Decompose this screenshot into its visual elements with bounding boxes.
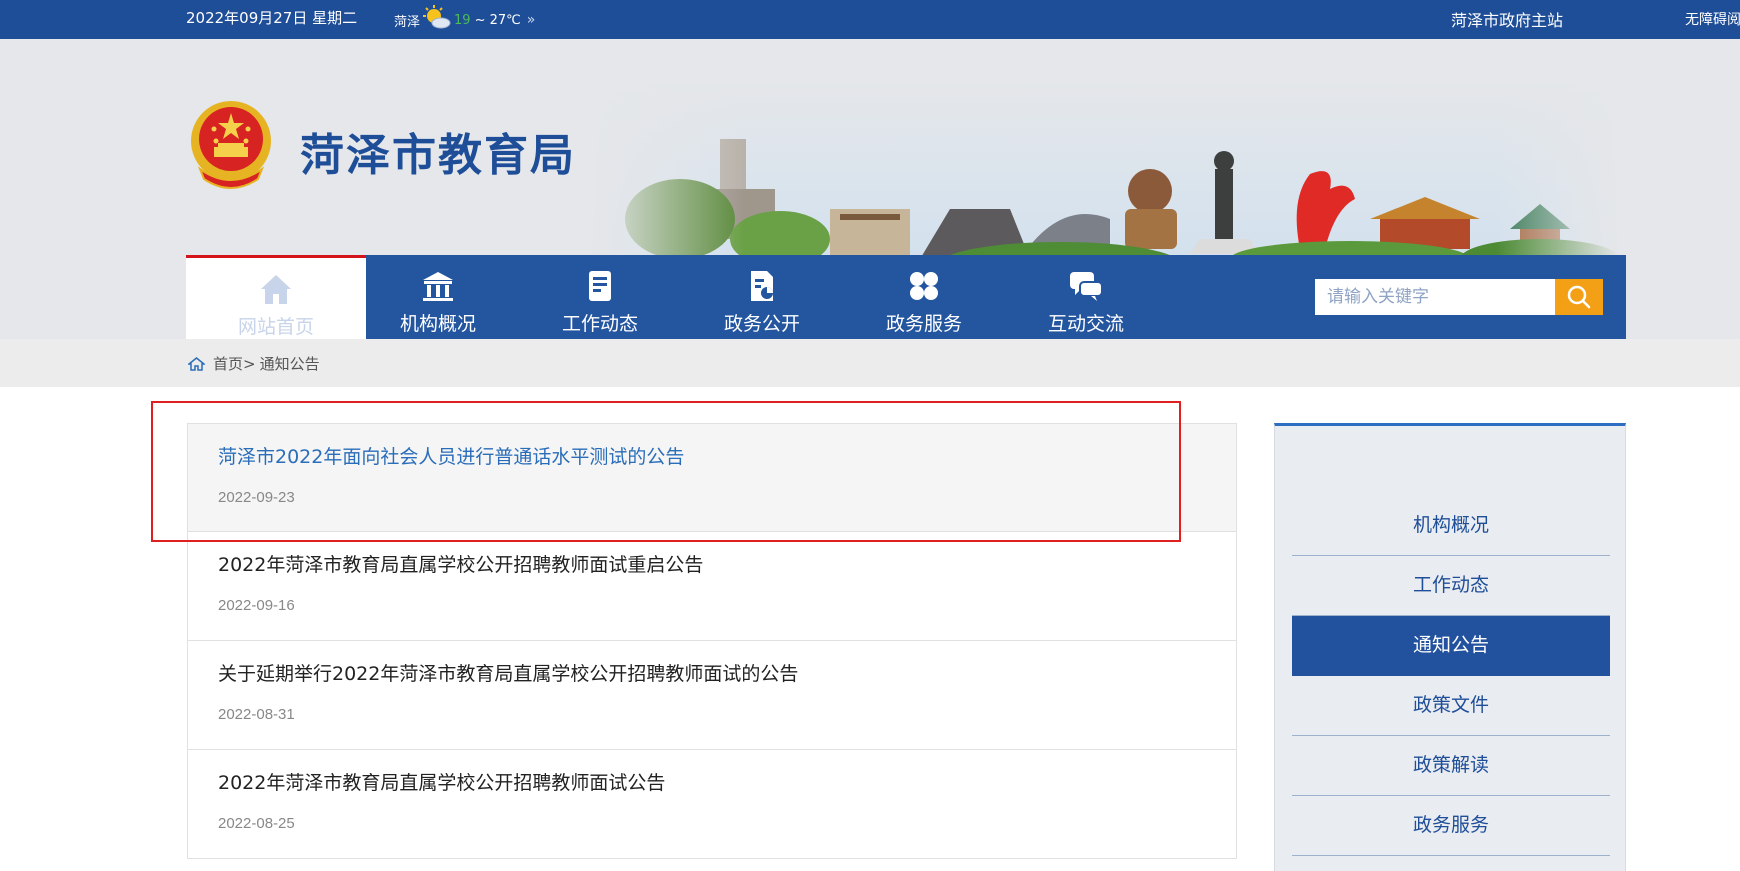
list-item[interactable]: 2022年菏泽市教育局直属学校公开招聘教师面试公告 2022-08-25: [187, 750, 1237, 859]
home-icon: [261, 275, 291, 304]
nav-label: 网站首页: [237, 316, 314, 338]
main-nav: 网站首页 机构概况 工作动态 政务公开 政务服务 互动交流 请输入关键字: [186, 255, 1626, 339]
weather-city: 菏泽: [394, 14, 421, 30]
nav-label: 互动交流: [1047, 313, 1124, 335]
sidebar-item-gov-services[interactable]: 政务服务: [1292, 796, 1610, 856]
weather-more-icon[interactable]: »: [527, 12, 536, 28]
article-date: 2022-08-25: [218, 815, 295, 832]
breadcrumb-bar: 首页 > 通知公告: [0, 339, 1740, 387]
search-input[interactable]: [1315, 279, 1555, 315]
breadcrumb-home-link[interactable]: 首页: [213, 353, 243, 374]
weather-high-temp: ~ 27℃: [474, 12, 521, 28]
sidebar-item-policy-docs[interactable]: 政策文件: [1292, 676, 1610, 736]
nav-item-institution[interactable]: 机构概况: [348, 255, 528, 339]
nav-label: 工作动态: [561, 313, 638, 335]
gov-main-site-link[interactable]: 菏泽市政府主站: [1451, 7, 1563, 31]
article-date: 2022-09-23: [218, 489, 295, 506]
weather-low-temp: 19: [454, 12, 471, 28]
institution-icon: [423, 272, 453, 301]
national-emblem-icon: [191, 101, 271, 189]
sidebar-item-institution[interactable]: 机构概况: [1292, 496, 1610, 556]
nav-item-work-news[interactable]: 工作动态: [510, 255, 690, 339]
site-title: 菏泽市教育局: [300, 130, 576, 181]
chat-icon: [1070, 272, 1103, 301]
home-icon: [188, 356, 205, 371]
accessibility-link[interactable]: 无障碍阅: [1685, 9, 1740, 29]
sidebar-menu: 机构概况 工作动态 通知公告 政策文件 政策解读 政务服务: [1292, 496, 1610, 856]
sun-cloud-icon: [423, 5, 451, 29]
article-title[interactable]: 菏泽市2022年面向社会人员进行普通话水平测试的公告: [218, 442, 1236, 469]
search-box: [1315, 279, 1605, 315]
sidebar-item-notices[interactable]: 通知公告: [1292, 616, 1610, 676]
notice-list: 菏泽市2022年面向社会人员进行普通话水平测试的公告 2022-09-23 20…: [187, 423, 1237, 859]
document-icon: [589, 271, 611, 301]
list-item[interactable]: 2022年菏泽市教育局直属学校公开招聘教师面试重启公告 2022-09-16: [187, 532, 1237, 641]
nav-label: 政务服务: [885, 313, 962, 335]
nav-item-interaction[interactable]: 互动交流: [996, 255, 1176, 339]
nav-item-gov-services[interactable]: 政务服务: [834, 255, 1014, 339]
search-icon: [1567, 285, 1591, 309]
nav-label: 政务公开: [723, 313, 800, 335]
sidebar-item-policy-interpretation[interactable]: 政策解读: [1292, 736, 1610, 796]
list-item[interactable]: 关于延期举行2022年菏泽市教育局直属学校公开招聘教师面试的公告 2022-08…: [187, 641, 1237, 750]
nav-item-gov-affairs-public[interactable]: 政务公开: [672, 255, 852, 339]
article-title[interactable]: 2022年菏泽市教育局直属学校公开招聘教师面试公告: [218, 768, 1236, 795]
article-title[interactable]: 关于延期举行2022年菏泽市教育局直属学校公开招聘教师面试的公告: [218, 659, 1236, 686]
grid-icon: [910, 272, 938, 300]
breadcrumb: 首页 > 通知公告: [188, 353, 320, 374]
nav-label: 机构概况: [399, 313, 476, 335]
search-button[interactable]: [1555, 279, 1603, 315]
current-date: 2022年09月27日 星期二: [186, 9, 358, 27]
nav-item-home[interactable]: 网站首页: [186, 255, 366, 339]
top-bar: 2022年09月27日 星期二 菏泽 19 ~ 27℃ » 菏泽市政府主站 无障…: [0, 0, 1740, 39]
sidebar: 机构概况 工作动态 通知公告 政策文件 政策解读 政务服务: [1274, 423, 1626, 871]
file-chart-icon: [751, 271, 773, 301]
breadcrumb-separator: >: [243, 354, 256, 373]
article-date: 2022-09-16: [218, 597, 295, 614]
sidebar-item-work-news[interactable]: 工作动态: [1292, 556, 1610, 616]
article-date: 2022-08-31: [218, 706, 295, 723]
article-title[interactable]: 2022年菏泽市教育局直属学校公开招聘教师面试重启公告: [218, 550, 1236, 577]
weather-widget[interactable]: 菏泽 19 ~ 27℃ »: [394, 5, 536, 33]
breadcrumb-current: 通知公告: [259, 355, 320, 373]
list-item[interactable]: 菏泽市2022年面向社会人员进行普通话水平测试的公告 2022-09-23: [187, 423, 1237, 532]
